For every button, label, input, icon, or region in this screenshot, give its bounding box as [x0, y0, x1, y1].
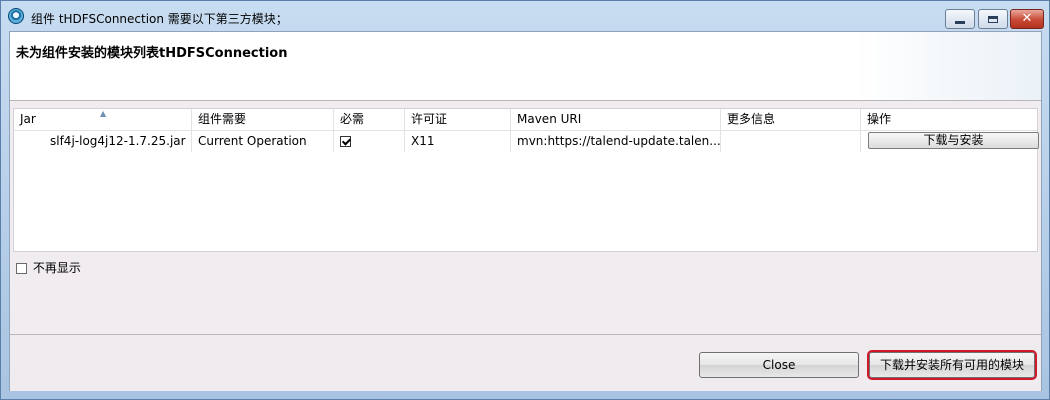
- window-close-button[interactable]: ✕: [1010, 9, 1044, 29]
- modules-table: Jar ▲ 组件需要 必需 许可证 Maven URI 更多信息 操作 slf4…: [13, 108, 1039, 252]
- close-button[interactable]: Close: [699, 352, 859, 378]
- dont-show-again-checkbox[interactable]: [16, 263, 27, 274]
- column-header-label: Jar: [20, 112, 36, 126]
- header-title: 未为组件安装的模块列表tHDFSConnection: [16, 46, 288, 61]
- window-title: 组件 tHDFSConnection 需要以下第三方模块；: [31, 12, 288, 26]
- sort-ascending-icon: ▲: [100, 109, 107, 118]
- download-install-button[interactable]: 下载与安装: [868, 132, 1039, 149]
- minimize-button[interactable]: [945, 9, 975, 29]
- button-bar: Close 下载并安装所有可用的模块: [10, 334, 1041, 391]
- cell-required: [334, 131, 405, 152]
- maximize-icon: [988, 15, 998, 23]
- column-header-maven-uri[interactable]: Maven URI: [511, 109, 721, 130]
- column-header-required[interactable]: 必需: [334, 109, 405, 130]
- dont-show-again-label: 不再显示: [32, 261, 81, 275]
- close-icon: ✕: [1021, 11, 1033, 26]
- cell-maven-uri: mvn:https://talend-update.talen...: [511, 131, 721, 152]
- minimize-icon: [955, 20, 965, 24]
- column-header-jar[interactable]: Jar ▲: [14, 109, 192, 130]
- download-install-all-button[interactable]: 下载并安装所有可用的模块: [867, 350, 1037, 380]
- maximize-button[interactable]: [978, 9, 1008, 29]
- dialog-client-area: 未为组件安装的模块列表tHDFSConnection Jar ▲ 组件需要 必需…: [9, 31, 1042, 391]
- header-panel: 未为组件安装的模块列表tHDFSConnection: [10, 32, 1041, 101]
- cell-license: X11: [405, 131, 511, 152]
- cell-more-info: [721, 131, 861, 152]
- column-header-license[interactable]: 许可证: [405, 109, 511, 130]
- column-header-more-info[interactable]: 更多信息: [721, 109, 861, 130]
- required-checkbox: [340, 136, 351, 147]
- table-row[interactable]: slf4j-log4j12-1.7.25.jar Current Operati…: [14, 131, 1039, 152]
- table-header: Jar ▲ 组件需要 必需 许可证 Maven URI 更多信息 操作: [14, 109, 1037, 131]
- talend-studio-icon: [8, 8, 24, 24]
- cell-required-by: Current Operation: [192, 131, 334, 152]
- dialog-window: 组件 tHDFSConnection 需要以下第三方模块； ✕ 未为组件安装的模…: [0, 0, 1050, 400]
- column-header-required-by[interactable]: 组件需要: [192, 109, 334, 130]
- column-header-action[interactable]: 操作: [861, 109, 1037, 130]
- title-bar[interactable]: 组件 tHDFSConnection 需要以下第三方模块； ✕: [1, 1, 1049, 31]
- dont-show-again-option[interactable]: 不再显示: [16, 259, 81, 276]
- cell-jar: slf4j-log4j12-1.7.25.jar: [14, 131, 192, 152]
